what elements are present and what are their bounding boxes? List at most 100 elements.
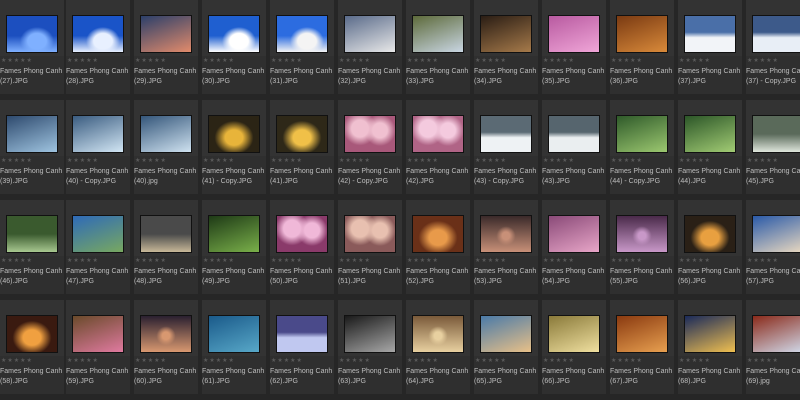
thumbnail-image[interactable] (684, 315, 736, 353)
rating-stars[interactable]: ★★★★★ (679, 58, 711, 65)
thumbnail-item[interactable]: ★★★★★ Fames Phong Canh (40) - Copy.JPG (66, 100, 130, 194)
rating-stars[interactable]: ★★★★★ (747, 158, 779, 165)
thumbnail-item[interactable]: ★★★★★ Fames Phong Canh (30).JPG (202, 0, 266, 94)
rating-stars[interactable]: ★★★★★ (747, 358, 779, 365)
thumbnail-item[interactable]: ★★★★★ Fames Phong Canh (55).JPG (610, 200, 674, 294)
rating-stars[interactable]: ★★★★★ (135, 58, 167, 65)
thumbnail-item[interactable]: ★★★★★ Fames Phong Canh (29).JPG (134, 0, 198, 94)
thumbnail-image[interactable] (344, 315, 396, 353)
rating-stars[interactable]: ★★★★★ (611, 258, 643, 265)
thumbnail-image[interactable] (140, 315, 192, 353)
thumbnail-item[interactable]: ★★★★★ Fames Phong Canh (34).JPG (474, 0, 538, 94)
thumbnail-item[interactable]: ★★★★★ Fames Phong Canh (31).JPG (270, 0, 334, 94)
thumbnail-item[interactable]: ★★★★★ Fames Phong Canh (68).JPG (678, 300, 742, 394)
thumbnail-image[interactable] (276, 215, 328, 253)
thumbnail-image[interactable] (344, 115, 396, 153)
rating-stars[interactable]: ★★★★★ (271, 258, 303, 265)
rating-stars[interactable]: ★★★★★ (747, 58, 779, 65)
thumbnail-item[interactable]: ★★★★★ Fames Phong Canh (40).jpg (134, 100, 198, 194)
thumbnail-item[interactable]: ★★★★★ Fames Phong Canh (57).JPG (746, 200, 800, 294)
thumbnail-image[interactable] (6, 215, 58, 253)
thumbnail-image[interactable] (6, 15, 58, 53)
rating-stars[interactable]: ★★★★★ (135, 358, 167, 365)
thumbnail-image[interactable] (72, 215, 124, 253)
rating-stars[interactable]: ★★★★★ (67, 58, 99, 65)
rating-stars[interactable]: ★★★★★ (339, 258, 371, 265)
thumbnail-image[interactable] (208, 315, 260, 353)
rating-stars[interactable]: ★★★★★ (679, 158, 711, 165)
thumbnail-image[interactable] (344, 215, 396, 253)
thumbnail-item[interactable]: ★★★★★ Fames Phong Canh (51).JPG (338, 200, 402, 294)
thumbnail-item[interactable]: ★★★★★ Fames Phong Canh (54).JPG (542, 200, 606, 294)
thumbnail-item[interactable]: ★★★★★ Fames Phong Canh (65).JPG (474, 300, 538, 394)
thumbnail-image[interactable] (684, 15, 736, 53)
thumbnail-item[interactable]: ★★★★★ Fames Phong Canh (48).JPG (134, 200, 198, 294)
rating-stars[interactable]: ★★★★★ (203, 258, 235, 265)
thumbnail-image[interactable] (616, 215, 668, 253)
rating-stars[interactable]: ★★★★★ (611, 358, 643, 365)
thumbnail-item[interactable]: ★★★★★ Fames Phong Canh (53).JPG (474, 200, 538, 294)
thumbnail-item[interactable]: ★★★★★ Fames Phong Canh (27).JPG (0, 0, 64, 94)
rating-stars[interactable]: ★★★★★ (611, 58, 643, 65)
thumbnail-image[interactable] (412, 15, 464, 53)
thumbnail-item[interactable]: ★★★★★ Fames Phong Canh (37) - Copy.JPG (746, 0, 800, 94)
rating-stars[interactable]: ★★★★★ (611, 158, 643, 165)
thumbnail-image[interactable] (208, 215, 260, 253)
thumbnail-image[interactable] (548, 315, 600, 353)
thumbnail-item[interactable]: ★★★★★ Fames Phong Canh (69).jpg (746, 300, 800, 394)
rating-stars[interactable]: ★★★★★ (543, 58, 575, 65)
rating-stars[interactable]: ★★★★★ (67, 358, 99, 365)
thumbnail-image[interactable] (752, 315, 800, 353)
rating-stars[interactable]: ★★★★★ (339, 58, 371, 65)
thumbnail-item[interactable]: ★★★★★ Fames Phong Canh (67).JPG (610, 300, 674, 394)
thumbnail-item[interactable]: ★★★★★ Fames Phong Canh (44).JPG (678, 100, 742, 194)
thumbnail-item[interactable]: ★★★★★ Fames Phong Canh (39).JPG (0, 100, 64, 194)
thumbnail-item[interactable]: ★★★★★ Fames Phong Canh (43) - Copy.JPG (474, 100, 538, 194)
thumbnail-item[interactable]: ★★★★★ Fames Phong Canh (47).JPG (66, 200, 130, 294)
thumbnail-image[interactable] (752, 115, 800, 153)
thumbnail-image[interactable] (548, 15, 600, 53)
thumbnail-image[interactable] (6, 115, 58, 153)
rating-stars[interactable]: ★★★★★ (407, 58, 439, 65)
thumbnail-image[interactable] (6, 315, 58, 353)
thumbnail-item[interactable]: ★★★★★ Fames Phong Canh (28).JPG (66, 0, 130, 94)
thumbnail-item[interactable]: ★★★★★ Fames Phong Canh (32).JPG (338, 0, 402, 94)
thumbnail-item[interactable]: ★★★★★ Fames Phong Canh (59).JPG (66, 300, 130, 394)
thumbnail-image[interactable] (684, 215, 736, 253)
thumbnail-item[interactable]: ★★★★★ Fames Phong Canh (41).JPG (270, 100, 334, 194)
rating-stars[interactable]: ★★★★★ (475, 358, 507, 365)
thumbnail-item[interactable]: ★★★★★ Fames Phong Canh (43).JPG (542, 100, 606, 194)
thumbnail-image[interactable] (412, 115, 464, 153)
rating-stars[interactable]: ★★★★★ (1, 358, 33, 365)
thumbnail-image[interactable] (480, 15, 532, 53)
rating-stars[interactable]: ★★★★★ (135, 158, 167, 165)
rating-stars[interactable]: ★★★★★ (407, 358, 439, 365)
thumbnail-item[interactable]: ★★★★★ Fames Phong Canh (63).JPG (338, 300, 402, 394)
thumbnail-item[interactable]: ★★★★★ Fames Phong Canh (52).JPG (406, 200, 470, 294)
thumbnail-item[interactable]: ★★★★★ Fames Phong Canh (37).JPG (678, 0, 742, 94)
rating-stars[interactable]: ★★★★★ (407, 158, 439, 165)
thumbnail-item[interactable]: ★★★★★ Fames Phong Canh (61).JPG (202, 300, 266, 394)
thumbnail-image[interactable] (140, 115, 192, 153)
thumbnail-image[interactable] (412, 315, 464, 353)
thumbnail-item[interactable]: ★★★★★ Fames Phong Canh (42) - Copy.JPG (338, 100, 402, 194)
thumbnail-image[interactable] (276, 15, 328, 53)
rating-stars[interactable]: ★★★★★ (475, 58, 507, 65)
thumbnail-item[interactable]: ★★★★★ Fames Phong Canh (46).JPG (0, 200, 64, 294)
rating-stars[interactable]: ★★★★★ (543, 258, 575, 265)
thumbnail-image[interactable] (72, 315, 124, 353)
thumbnail-image[interactable] (208, 15, 260, 53)
thumbnail-item[interactable]: ★★★★★ Fames Phong Canh (41) - Copy.JPG (202, 100, 266, 194)
rating-stars[interactable]: ★★★★★ (339, 158, 371, 165)
thumbnail-image[interactable] (276, 115, 328, 153)
rating-stars[interactable]: ★★★★★ (679, 358, 711, 365)
thumbnail-image[interactable] (616, 115, 668, 153)
thumbnail-image[interactable] (548, 115, 600, 153)
thumbnail-item[interactable]: ★★★★★ Fames Phong Canh (60).JPG (134, 300, 198, 394)
thumbnail-image[interactable] (412, 215, 464, 253)
thumbnail-item[interactable]: ★★★★★ Fames Phong Canh (35).JPG (542, 0, 606, 94)
thumbnail-image[interactable] (480, 315, 532, 353)
thumbnail-item[interactable]: ★★★★★ Fames Phong Canh (36).JPG (610, 0, 674, 94)
thumbnail-image[interactable] (276, 315, 328, 353)
thumbnail-item[interactable]: ★★★★★ Fames Phong Canh (58).JPG (0, 300, 64, 394)
